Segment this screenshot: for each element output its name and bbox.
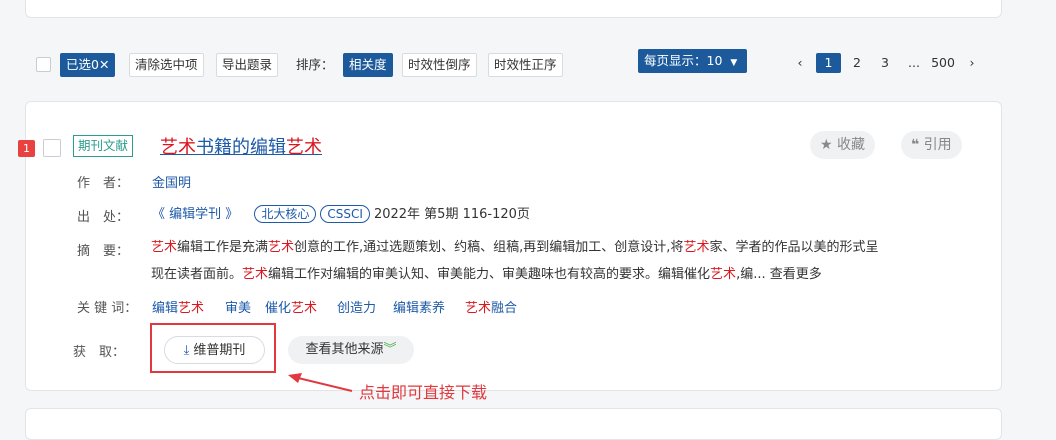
sort-label: 排序： [296,57,334,72]
abstract-segment: 家、学者的作品以美的形式呈 [709,240,879,255]
title-highlight: 艺术 [286,137,322,158]
keyword-link[interactable]: 审美 [225,297,251,316]
per-page-label: 每页显示：10 [644,53,723,68]
keyword-text: 融合 [491,301,518,316]
abstract-highlight: 艺术 [710,267,737,282]
keyword-link[interactable]: 创造力 [337,297,376,316]
annotation-highlight-box [150,323,276,373]
pager-next[interactable]: › [966,53,978,73]
abstract-segment: 现在读者面前。 [151,267,243,282]
keyword-text: 催化 [265,301,292,316]
other-source-label: 查看其他来源 [305,342,384,357]
pager-page-3[interactable]: 3 [878,53,892,73]
sort-time-desc[interactable]: 时效性倒序 [402,53,477,77]
keyword-link[interactable]: 艺术融合 [465,297,517,316]
pager-page-last[interactable]: 500 [930,53,956,73]
annotation-text: 点击即可直接下载 [359,383,488,402]
per-page-select[interactable]: 每页显示：10 ▼ [638,49,747,73]
title-highlight: 艺术 [160,137,196,158]
keyword-link[interactable]: 催化艺术 [265,297,317,316]
abstract-segment: 编辑工作对编辑的审美认知、审美能力、审美趣味也有较高的要求。编辑催化 [268,267,711,282]
rank-badge: 1 [18,140,35,157]
pager-page-2[interactable]: 2 [850,53,864,73]
abstract-segment: 编辑工作是充满 [177,240,269,255]
type-tag: 期刊文献 [73,135,134,157]
clear-selection-button[interactable]: 清除选中项 [129,53,204,77]
issue-info: 2022年 第5期 116-120页 [373,207,530,222]
result-checkbox[interactable] [43,139,61,157]
cite-button[interactable]: ❝ 引用 [901,131,962,159]
sort-time-asc[interactable]: 时效性正序 [488,53,563,77]
selected-count-button[interactable]: 已选0✕ [60,53,116,77]
previous-panel: ︿ [25,0,1002,18]
abstract-highlight: 艺术 [242,267,269,282]
close-icon[interactable]: ✕ [99,57,109,72]
selected-count-label: 已选0 [66,57,99,72]
favorite-label: 收藏 [837,137,866,153]
abstract-segment: 创意的工作,通过选题策划、约稿、组稿,再到编辑加工、创意设计,将 [294,240,684,255]
export-button[interactable]: 导出题录 [216,53,279,77]
author-label: 作 者： [77,176,130,191]
next-result-card [25,408,1002,440]
abstract-label: 摘 要： [77,244,130,259]
sort-relevance[interactable]: 相关度 [343,53,393,77]
keyword-text: 创造力 [337,301,377,316]
core-tag-pku: 北大核心 [254,205,317,223]
abstract-highlight: 艺术 [683,240,710,255]
annotation-arrow [288,373,353,392]
keyword-link[interactable]: 编辑素养 [393,297,445,316]
pager-prev[interactable]: ‹ [794,53,806,73]
quote-icon: ❝ [911,137,920,153]
source-link[interactable]: 《 编辑学刊 》 [152,207,238,222]
other-source-button[interactable]: 查看其他来源︾ [288,336,414,364]
keyword-text: 编辑素养 [393,301,446,316]
keyword-highlight: 艺术 [465,301,492,316]
author-link[interactable]: 金国明 [152,172,191,191]
double-chevron-down-icon: ︾ [383,342,397,357]
source-line: 《 编辑学刊 》 北大核心 CSSCI 2022年 第5期 116-120页 [152,203,530,223]
keyword-text: 审美 [225,301,252,316]
select-all-checkbox[interactable] [36,57,51,72]
abstract-highlight: 艺术 [268,240,295,255]
source-label: 出 处： [77,210,130,225]
star-icon: ★ [820,137,833,153]
keyword-highlight: 艺术 [291,301,318,316]
abstract-text: 艺术编辑工作是充满艺术创意的工作,通过选题策划、约稿、组稿,再到编辑加工、创意设… [151,234,981,288]
core-tag-cssci: CSSCI [320,205,370,223]
keywords-label: 关 键 词： [77,301,138,316]
abstract-segment: ,编... [736,267,766,282]
access-label: 获 取： [73,345,126,360]
keyword-text: 编辑 [152,301,179,316]
pager-ellipsis: ... [908,55,920,70]
keyword-highlight: 艺术 [178,301,205,316]
view-more-link[interactable]: 查看更多 [770,267,822,282]
abstract-highlight: 艺术 [151,240,178,255]
caret-down-icon: ▼ [730,58,738,68]
pager-page-1[interactable]: 1 [816,53,841,73]
title-text: 书籍的编辑 [196,137,286,158]
cite-label: 引用 [923,137,952,153]
results-toolbar: 已选0✕ 清除选中项 导出题录 排序： 相关度 时效性倒序 时效性正序 每页显示… [36,49,986,78]
result-title-link[interactable]: 艺术书籍的编辑艺术 [160,133,322,159]
keyword-link[interactable]: 编辑艺术 [152,297,204,316]
favorite-button[interactable]: ★ 收藏 [810,131,876,159]
